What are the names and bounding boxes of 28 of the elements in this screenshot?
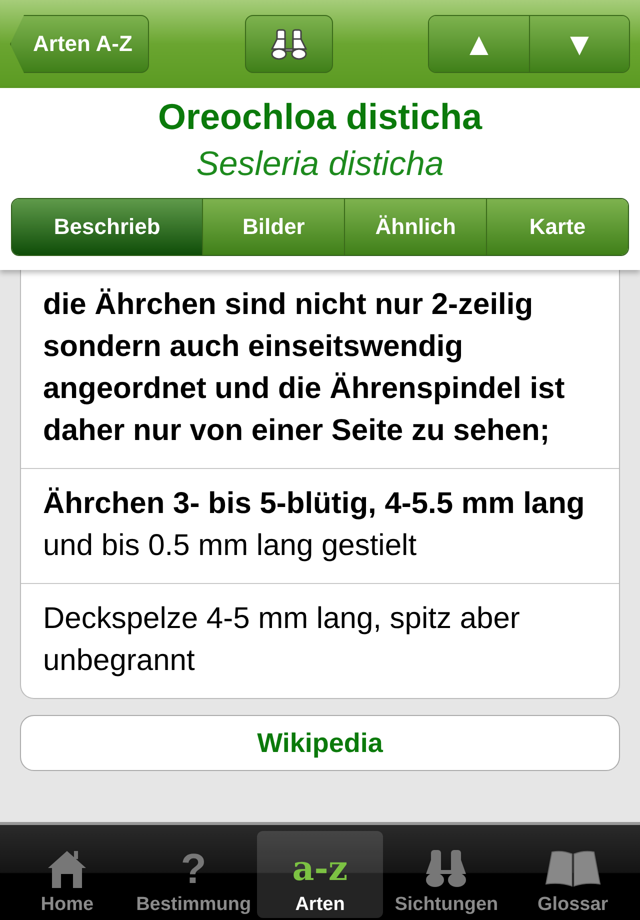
tab-bar-item[interactable]: a-z Arten [256, 831, 384, 918]
description-text: Ährchen 3- bis 5-blütig, 4-5.5 mm lang und bis 0.5 mm lang gestielt [43, 486, 586, 564]
tab-label: Glossar [537, 894, 608, 916]
species-synonym: Sesleria disticha [196, 144, 444, 185]
description-text: die Ährchen sind nicht nur 2-zeilig sondern auch einseitswendig angeordnet und die Ährenspindel ist daher nur von einer Seite zu sehen; [43, 287, 566, 449]
tab-label: Bestimmung [136, 894, 252, 916]
binoculars-button[interactable] [244, 15, 333, 73]
tab-glyph-icon: a-z [292, 846, 348, 892]
segment-tab[interactable]: Karte [486, 199, 628, 255]
description-text: Deckspelze 4-5 mm lang, spitz aber unbegrannt [43, 601, 521, 679]
segment-tab[interactable]: Ähnlich [344, 199, 486, 255]
tab-label: Home [40, 894, 94, 916]
tab-label: Arten [295, 894, 345, 916]
binoculars-icon [268, 27, 309, 61]
tab-label: Sichtungen [394, 894, 498, 916]
book-icon [544, 848, 602, 888]
previous-button[interactable]: ▲ [429, 16, 529, 72]
tab-bar-item[interactable]: ? Bestimmung [130, 831, 257, 918]
tab-bar-item[interactable]: Glossar [510, 831, 636, 918]
wikipedia-button[interactable]: Wikipedia [20, 715, 620, 771]
segment-tab[interactable]: Bilder [202, 199, 344, 255]
species-title: Oreochloa disticha [158, 98, 482, 136]
tab-bar-item[interactable]: Sichtungen [383, 831, 510, 918]
next-button[interactable]: ▼ [529, 16, 629, 72]
tab-bar-item[interactable]: Home [4, 831, 130, 918]
tab-glyph-icon: ? [180, 846, 206, 892]
back-button[interactable]: Arten A-Z [10, 15, 150, 73]
segment-tab[interactable]: Beschrieb [12, 199, 202, 255]
